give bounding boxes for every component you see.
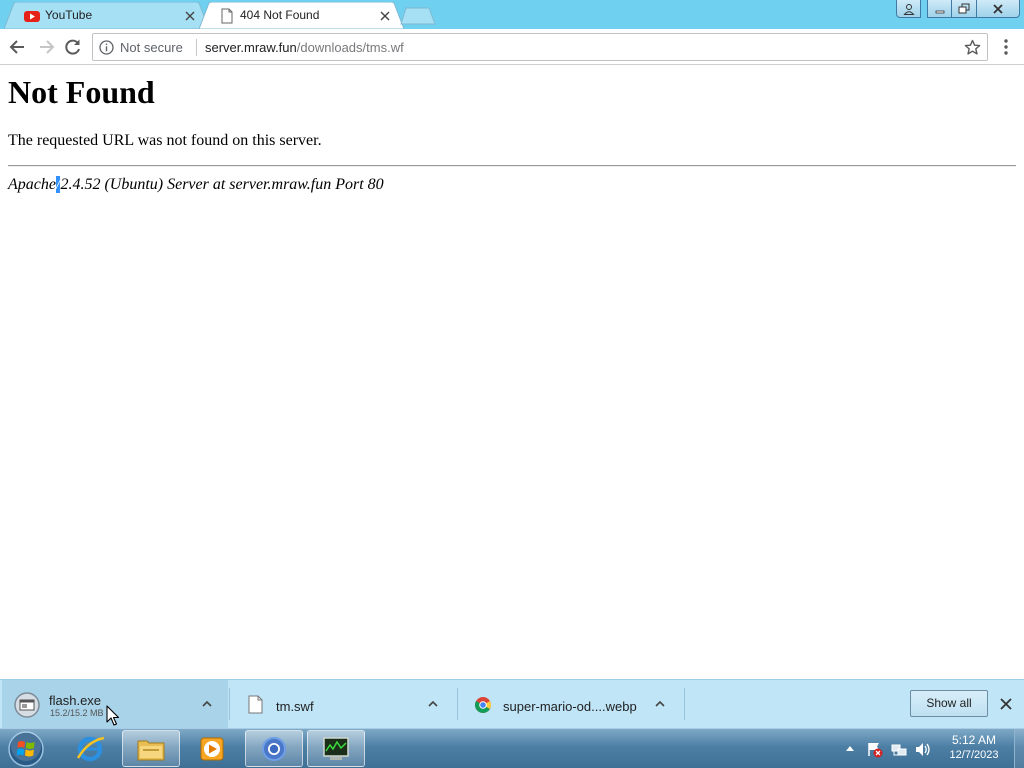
chevron-up-icon[interactable]	[200, 697, 214, 711]
page-title: Not Found	[8, 74, 155, 110]
taskbar-task-manager[interactable]	[307, 730, 365, 767]
internet-explorer-icon	[76, 736, 105, 761]
task-manager-icon	[323, 736, 349, 760]
info-icon[interactable]	[99, 40, 114, 55]
youtube-icon	[24, 8, 40, 24]
tab-title: YouTube	[45, 8, 93, 22]
reload-icon[interactable]	[63, 37, 83, 57]
omnibox-separator	[196, 39, 197, 56]
download-filename: super-mario-od....webp	[503, 699, 637, 714]
download-shelf: flash.exe 15.2/15.2 MB tm.swf super-mari…	[0, 679, 1024, 728]
tab-youtube[interactable]: YouTube	[4, 2, 209, 29]
back-icon[interactable]	[8, 37, 28, 57]
taskbar-internet-explorer[interactable]	[61, 730, 119, 767]
download-item-super-mario-webp[interactable]: super-mario-od....webp	[458, 680, 684, 728]
media-player-icon	[200, 737, 224, 760]
tab-404-not-found[interactable]: 404 Not Found	[199, 2, 404, 29]
tab-close-icon[interactable]	[378, 8, 392, 22]
more-menu-icon[interactable]	[998, 37, 1014, 57]
windows-explorer-icon	[137, 740, 165, 760]
signature-text-start: Apache	[8, 176, 56, 193]
tab-close-icon[interactable]	[183, 8, 197, 22]
exe-file-icon	[14, 692, 40, 718]
download-filename: flash.exe	[49, 693, 102, 708]
chrome-file-icon	[475, 697, 491, 713]
bookmark-star-icon[interactable]	[964, 39, 981, 56]
clock-date: 12/7/2023	[949, 749, 999, 761]
taskbar-chrome[interactable]	[245, 730, 303, 767]
taskbar-media-player[interactable]	[183, 730, 241, 767]
user-icon	[902, 3, 915, 15]
close-shelf-icon[interactable]	[999, 697, 1013, 711]
shelf-divider	[684, 688, 685, 720]
new-tab-button[interactable]	[400, 7, 436, 25]
chrome-icon	[262, 736, 286, 761]
restore-button[interactable]	[951, 0, 977, 18]
server-signature: Apache/2.4.52 (Ubuntu) Server at server.…	[8, 176, 384, 194]
document-icon	[219, 8, 235, 24]
signature-text-end: 2.4.52 (Ubuntu) Server at server.mraw.fu…	[60, 176, 384, 193]
network-icon[interactable]	[891, 741, 908, 758]
minimize-button[interactable]	[927, 0, 952, 18]
security-label[interactable]: Not secure	[120, 40, 183, 55]
taskbar-windows-explorer[interactable]	[122, 730, 180, 767]
mouse-cursor-icon	[106, 705, 120, 726]
download-item-tm-swf[interactable]: tm.swf	[230, 680, 456, 728]
url-host: server.mraw.fun	[205, 40, 297, 55]
url-path: /downloads/tms.wf	[296, 40, 404, 55]
tab-title: 404 Not Found	[240, 8, 320, 22]
minimize-icon	[935, 10, 944, 13]
show-desktop-button[interactable]	[1014, 729, 1024, 768]
action-center-icon[interactable]	[866, 741, 883, 758]
url-text[interactable]: server.mraw.fun/downloads/tms.wf	[205, 40, 404, 55]
browser-titlebar: YouTube 404 Not Found	[0, 0, 1024, 29]
windows-taskbar: 5:12 AM 12/7/2023	[0, 728, 1024, 768]
close-icon	[993, 3, 1003, 14]
profile-button[interactable]	[896, 0, 921, 18]
download-filename: tm.swf	[276, 699, 314, 714]
system-clock[interactable]: 5:12 AM 12/7/2023	[940, 733, 1008, 761]
browser-toolbar: Not secure server.mraw.fun/downloads/tms…	[0, 29, 1024, 65]
show-all-downloads-button[interactable]: Show all	[910, 690, 988, 717]
show-hidden-icons-icon[interactable]	[845, 744, 855, 752]
error-message: The requested URL was not found on this …	[8, 132, 322, 149]
blank-file-icon	[248, 695, 263, 714]
forward-icon[interactable]	[36, 37, 56, 57]
download-status: 15.2/15.2 MB	[50, 708, 104, 718]
restore-icon	[958, 3, 970, 13]
chevron-up-icon[interactable]	[653, 697, 667, 711]
divider	[8, 165, 1016, 167]
clock-time: 5:12 AM	[951, 733, 997, 747]
volume-icon[interactable]	[914, 741, 931, 758]
chevron-up-icon[interactable]	[426, 697, 440, 711]
close-window-button[interactable]	[976, 0, 1020, 18]
page-content: Not Found The requested URL was not foun…	[0, 66, 1024, 679]
address-bar[interactable]: Not secure server.mraw.fun/downloads/tms…	[92, 33, 988, 61]
start-button[interactable]	[6, 729, 46, 768]
